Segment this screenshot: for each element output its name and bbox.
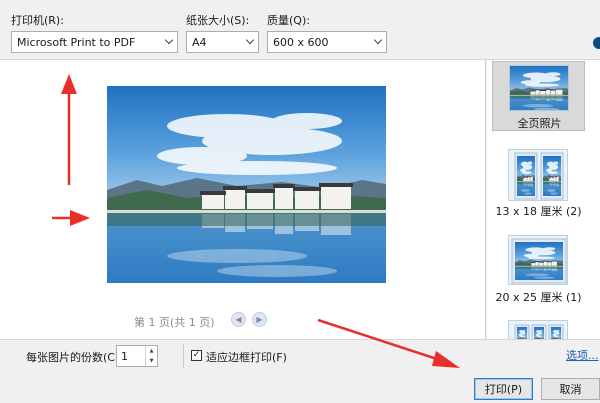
chevron-down-icon (242, 32, 258, 52)
copies-label: 每张图片的份数(C): (26, 351, 123, 364)
paper-size-label: 纸张大小(S): (186, 14, 250, 27)
layout-thumbnail (508, 235, 568, 285)
divider (183, 344, 184, 368)
chevron-down-icon (161, 32, 177, 52)
copies-stepper[interactable]: 1 ▲ ▼ (116, 345, 158, 367)
printer-select[interactable]: Microsoft Print to PDF (11, 31, 178, 53)
layout-thumbnail (508, 149, 568, 201)
quality-value: 600 x 600 (273, 35, 329, 49)
layout-item-more[interactable] (492, 318, 585, 339)
paper-size-select[interactable]: A4 (186, 31, 259, 53)
preview-photo (107, 86, 386, 283)
layout-item-full-page[interactable]: 全页照片 (492, 61, 585, 131)
layout-label: 20 x 25 厘米 (1) (495, 291, 582, 304)
fit-frame-label[interactable]: 适应边框打印(F) (206, 349, 287, 365)
printer-value: Microsoft Print to PDF (17, 35, 136, 49)
copies-value: 1 (121, 350, 128, 363)
page-indicator: 第 1 页(共 1 页) (134, 316, 215, 329)
layout-list[interactable]: 全页照片 13 x 18 厘米 (2) 20 x 25 厘米 (1) (487, 60, 600, 339)
print-button[interactable]: 打印(P) (474, 378, 533, 400)
printer-settings-bar: 打印机(R): Microsoft Print to PDF 纸张大小(S): … (0, 0, 600, 60)
layout-thumbnail (509, 65, 569, 111)
copies-options-bar: 每张图片的份数(C): 1 ▲ ▼ ✓ 适应边框打印(F) 选项... (0, 339, 600, 373)
layout-thumbnail (508, 320, 568, 339)
spin-buttons[interactable]: ▲ ▼ (145, 346, 157, 366)
next-page-button[interactable]: ▶ (252, 312, 267, 327)
printer-label: 打印机(R): (11, 14, 64, 27)
spin-up-icon[interactable]: ▲ (146, 346, 157, 356)
quality-select[interactable]: 600 x 600 (267, 31, 387, 53)
previous-page-button[interactable]: ◀ (231, 312, 246, 327)
fit-frame-checkbox[interactable]: ✓ (191, 350, 202, 361)
chevron-down-icon (370, 32, 386, 52)
layout-label: 全页照片 (517, 117, 562, 130)
print-preview-pane: 第 1 页(共 1 页) ◀ ▶ (0, 60, 486, 339)
options-link[interactable]: 选项... (566, 347, 599, 363)
quality-label: 质量(Q): (267, 14, 310, 27)
cancel-button[interactable]: 取消 (541, 378, 600, 400)
checkmark-icon: ✓ (192, 350, 201, 360)
arrow-left-icon: ◀ (235, 314, 242, 324)
layout-item-20x25[interactable]: 20 x 25 厘米 (1) (492, 232, 585, 304)
paper-size-value: A4 (192, 35, 207, 49)
layout-label: 13 x 18 厘米 (2) (495, 205, 582, 218)
dialog-footer: 打印(P) 取消 (0, 373, 600, 403)
spin-down-icon[interactable]: ▼ (146, 356, 157, 366)
partial-radio-icon[interactable] (593, 37, 600, 49)
arrow-right-icon: ▶ (256, 314, 263, 324)
layout-item-13x18[interactable]: 13 x 18 厘米 (2) (492, 146, 585, 218)
